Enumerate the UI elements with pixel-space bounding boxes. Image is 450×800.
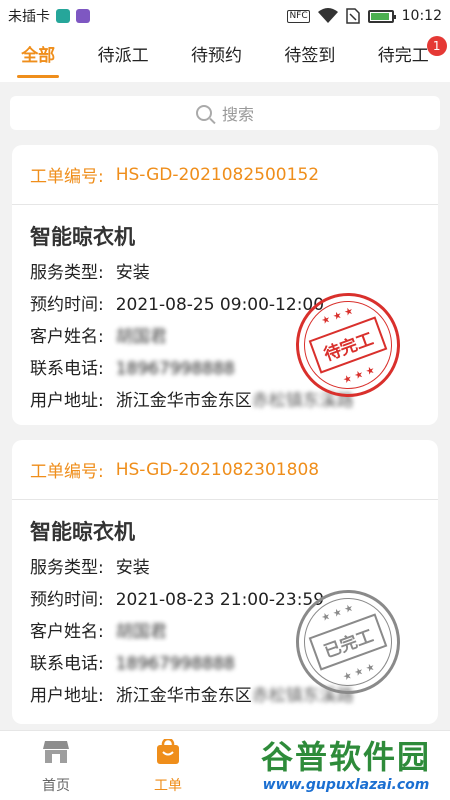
nav-home[interactable]: 首页: [26, 739, 86, 795]
watermark-logo: 谷普软件园: [260, 738, 431, 776]
order-number-row: 工单编号: HS-GD-2021082301808: [12, 440, 438, 500]
product-name: 智能晾衣机: [30, 225, 135, 249]
phone-label: 联系电话:: [30, 359, 104, 379]
tab-pending-completion[interactable]: 待完工 1: [374, 32, 447, 82]
tab-all-label: 全部: [21, 46, 56, 66]
service-type-label: 服务类型:: [30, 558, 104, 578]
nav-work-orders-label: 工单: [154, 778, 182, 794]
app-notification-icon: [56, 9, 70, 23]
search-icon: [195, 105, 212, 121]
wifi-icon: [317, 8, 338, 23]
tab-pending-dispatch-label: 待派工: [97, 46, 149, 66]
order-status-tabs: 全部 待派工 待预约 待签到 待完工 1: [0, 32, 450, 82]
carrier-text: 未插卡: [8, 9, 50, 25]
customer-name-label: 客户姓名:: [30, 622, 104, 642]
order-number-label: 工单编号:: [30, 167, 104, 187]
gallery-notification-icon: [76, 9, 90, 23]
customer-name-value: 胡国君: [115, 622, 167, 642]
product-name: 智能晾衣机: [30, 520, 135, 544]
tab-pending-appointment-label: 待预约: [190, 46, 242, 66]
clock-text: 10:12: [401, 8, 442, 24]
watermark-url: www.gupuxlazai.com: [262, 777, 430, 793]
tab-pending-dispatch[interactable]: 待派工: [94, 32, 153, 82]
appointment-label: 预约时间:: [30, 590, 104, 610]
nav-home-label: 首页: [42, 778, 70, 794]
order-card[interactable]: 工单编号: HS-GD-2021082500152 智能晾衣机 服务类型: 安装 …: [12, 145, 438, 425]
order-number: HS-GD-2021082301808: [115, 459, 320, 480]
customer-name-label: 客户姓名:: [30, 327, 104, 347]
pending-completion-badge: 1: [426, 36, 447, 56]
order-card[interactable]: 工单编号: HS-GD-2021082301808 智能晾衣机 服务类型: 安装 …: [12, 440, 438, 724]
nfc-icon: NFC: [287, 9, 310, 23]
site-watermark: 谷普软件园 www.gupuxlazai.com: [246, 738, 446, 798]
search-bar[interactable]: 搜索: [10, 96, 440, 130]
tab-all[interactable]: 全部: [17, 32, 60, 82]
store-icon: [43, 741, 69, 763]
service-type-value: 安装: [115, 558, 150, 578]
address-value: 浙江金华市金东区: [115, 391, 252, 411]
search-placeholder: 搜索: [221, 105, 254, 124]
phone-link[interactable]: 18967998888: [116, 648, 235, 680]
tab-pending-appointment[interactable]: 待预约: [187, 32, 246, 82]
address-label: 用户地址:: [30, 391, 104, 411]
address-label: 用户地址:: [30, 686, 104, 706]
bag-icon: [157, 737, 179, 764]
tab-pending-checkin-label: 待签到: [284, 46, 336, 66]
tab-pending-checkin[interactable]: 待签到: [280, 32, 339, 82]
sim-icon: [345, 8, 360, 24]
order-number: HS-GD-2021082500152: [115, 164, 320, 185]
nav-work-orders[interactable]: 工单: [138, 737, 198, 795]
address-value: 浙江金华市金东区: [115, 686, 252, 706]
service-type-label: 服务类型:: [30, 263, 104, 283]
tab-pending-completion-label: 待完工: [377, 46, 429, 66]
phone-label: 联系电话:: [30, 654, 104, 674]
customer-name-value: 胡国君: [115, 327, 167, 347]
order-number-row: 工单编号: HS-GD-2021082500152: [12, 145, 438, 205]
phone-link[interactable]: 18967998888: [116, 353, 235, 385]
appointment-label: 预约时间:: [30, 295, 104, 315]
battery-icon: [367, 9, 396, 23]
status-bar: 未插卡 NFC 10:12: [0, 0, 450, 32]
service-type-value: 安装: [115, 263, 150, 283]
order-number-label: 工单编号:: [30, 462, 104, 482]
